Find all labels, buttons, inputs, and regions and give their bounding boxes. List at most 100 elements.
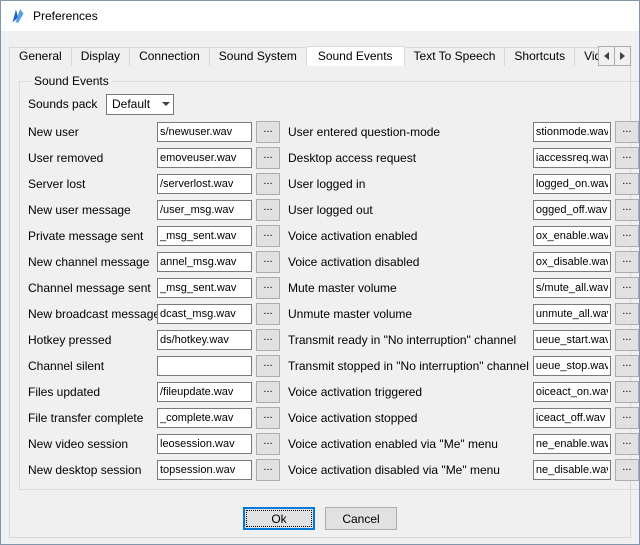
sounds-pack-value: Default bbox=[112, 97, 150, 111]
sound-file-input[interactable] bbox=[157, 330, 252, 350]
browse-button[interactable]: ... bbox=[256, 407, 280, 429]
browse-button[interactable]: ... bbox=[256, 329, 280, 351]
browse-button[interactable]: ... bbox=[615, 251, 639, 273]
sound-file-input[interactable] bbox=[157, 226, 252, 246]
sound-event-label: Voice activation disabled via "Me" menu bbox=[288, 463, 533, 477]
browse-button[interactable]: ... bbox=[615, 121, 639, 143]
sound-file-input[interactable] bbox=[157, 304, 252, 324]
tab-area: GeneralDisplayConnectionSound SystemSoun… bbox=[1, 31, 639, 66]
browse-button[interactable]: ... bbox=[256, 225, 280, 247]
sound-event-row: New desktop session... bbox=[28, 457, 280, 483]
browse-button[interactable]: ... bbox=[615, 225, 639, 247]
sound-event-row: Voice activation enabled... bbox=[288, 223, 639, 249]
tab-scroll-right-button[interactable] bbox=[614, 46, 631, 66]
sound-file-input[interactable] bbox=[533, 382, 611, 402]
sound-file-input[interactable] bbox=[157, 122, 252, 142]
tab-connection[interactable]: Connection bbox=[129, 47, 210, 66]
sound-file-input[interactable] bbox=[533, 434, 611, 454]
sound-file-input[interactable] bbox=[157, 382, 252, 402]
sound-event-row: User entered question-mode... bbox=[288, 119, 639, 145]
tab-sound-system[interactable]: Sound System bbox=[209, 47, 307, 66]
sound-file-input[interactable] bbox=[157, 148, 252, 168]
sound-file-input[interactable] bbox=[533, 460, 611, 480]
browse-button[interactable]: ... bbox=[615, 199, 639, 221]
browse-button[interactable]: ... bbox=[256, 303, 280, 325]
browse-button[interactable]: ... bbox=[615, 407, 639, 429]
sound-file-input[interactable] bbox=[533, 408, 611, 428]
sound-file-input[interactable] bbox=[533, 122, 611, 142]
sound-file-input[interactable] bbox=[533, 174, 611, 194]
browse-button[interactable]: ... bbox=[615, 355, 639, 377]
sound-event-label: Transmit stopped in "No interruption" ch… bbox=[288, 359, 533, 373]
sound-file-input[interactable] bbox=[533, 330, 611, 350]
browse-button[interactable]: ... bbox=[256, 251, 280, 273]
browse-button[interactable]: ... bbox=[615, 433, 639, 455]
sound-file-input[interactable] bbox=[157, 200, 252, 220]
sound-event-row: Files updated... bbox=[28, 379, 280, 405]
tab-text-to-speech[interactable]: Text To Speech bbox=[404, 47, 506, 66]
sounds-pack-label: Sounds pack bbox=[28, 97, 106, 111]
sound-file-input[interactable] bbox=[157, 460, 252, 480]
sound-file-input[interactable] bbox=[533, 148, 611, 168]
sound-event-label: File transfer complete bbox=[28, 411, 157, 425]
sound-file-input[interactable] bbox=[533, 200, 611, 220]
browse-button[interactable]: ... bbox=[256, 381, 280, 403]
sound-file-input[interactable] bbox=[157, 278, 252, 298]
sound-file-input[interactable] bbox=[533, 252, 611, 272]
cancel-button[interactable]: Cancel bbox=[325, 507, 397, 530]
sound-event-label: Channel message sent bbox=[28, 281, 157, 295]
sound-event-row: Mute master volume... bbox=[288, 275, 639, 301]
sound-event-label: Voice activation disabled bbox=[288, 255, 533, 269]
sound-event-row: File transfer complete... bbox=[28, 405, 280, 431]
tab-scroll-left-button[interactable] bbox=[598, 46, 615, 66]
sound-event-label: Hotkey pressed bbox=[28, 333, 157, 347]
sound-event-label: User logged in bbox=[288, 177, 533, 191]
browse-button[interactable]: ... bbox=[256, 173, 280, 195]
browse-button[interactable]: ... bbox=[615, 173, 639, 195]
browse-button[interactable]: ... bbox=[256, 199, 280, 221]
sound-event-row: Voice activation stopped... bbox=[288, 405, 639, 431]
sound-file-input[interactable] bbox=[157, 174, 252, 194]
sound-event-label: New channel message bbox=[28, 255, 157, 269]
browse-button[interactable]: ... bbox=[615, 147, 639, 169]
sound-event-label: User removed bbox=[28, 151, 157, 165]
tab-general[interactable]: General bbox=[9, 47, 72, 66]
sound-event-label: Channel silent bbox=[28, 359, 157, 373]
sound-events-groupbox: Sound Events Sounds pack Default New use… bbox=[19, 74, 640, 490]
sound-file-input[interactable] bbox=[157, 434, 252, 454]
sound-event-label: Mute master volume bbox=[288, 281, 533, 295]
dialog-footer: Ok Cancel bbox=[19, 507, 621, 533]
sound-file-input[interactable] bbox=[157, 252, 252, 272]
sound-file-input[interactable] bbox=[533, 356, 611, 376]
tab-display[interactable]: Display bbox=[71, 47, 130, 66]
sound-event-row: User removed... bbox=[28, 145, 280, 171]
tab-sound-events[interactable]: Sound Events bbox=[306, 46, 405, 66]
tab-shortcuts[interactable]: Shortcuts bbox=[504, 47, 575, 66]
sound-events-page: Sound Events Sounds pack Default New use… bbox=[9, 65, 631, 538]
sounds-pack-combobox[interactable]: Default bbox=[106, 94, 174, 115]
window-title: Preferences bbox=[33, 9, 98, 23]
browse-button[interactable]: ... bbox=[615, 303, 639, 325]
browse-button[interactable]: ... bbox=[256, 277, 280, 299]
ok-button[interactable]: Ok bbox=[243, 507, 315, 530]
sound-event-label: New user message bbox=[28, 203, 157, 217]
browse-button[interactable]: ... bbox=[256, 433, 280, 455]
sound-event-row: Private message sent... bbox=[28, 223, 280, 249]
browse-button[interactable]: ... bbox=[256, 355, 280, 377]
browse-button[interactable]: ... bbox=[256, 459, 280, 481]
sound-event-label: New broadcast message bbox=[28, 307, 157, 321]
browse-button[interactable]: ... bbox=[615, 329, 639, 351]
sound-event-label: New user bbox=[28, 125, 157, 139]
sound-file-input[interactable] bbox=[533, 278, 611, 298]
browse-button[interactable]: ... bbox=[256, 121, 280, 143]
browse-button[interactable]: ... bbox=[615, 459, 639, 481]
sound-file-input[interactable] bbox=[533, 226, 611, 246]
browse-button[interactable]: ... bbox=[615, 381, 639, 403]
browse-button[interactable]: ... bbox=[615, 277, 639, 299]
browse-button[interactable]: ... bbox=[256, 147, 280, 169]
sound-file-input[interactable] bbox=[533, 304, 611, 324]
sound-event-row: Hotkey pressed... bbox=[28, 327, 280, 353]
sound-file-input[interactable] bbox=[157, 408, 252, 428]
sound-event-label: Private message sent bbox=[28, 229, 157, 243]
sound-file-input[interactable] bbox=[157, 356, 252, 376]
